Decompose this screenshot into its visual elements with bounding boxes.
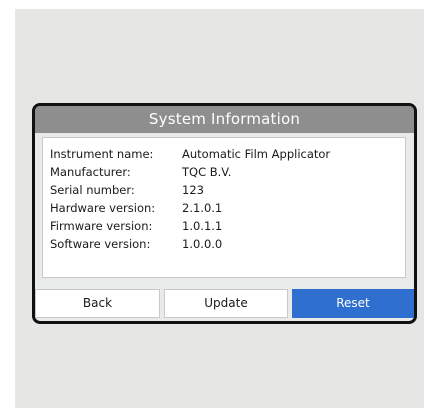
system-information-screen: System Information Instrument name: Auto… [35, 106, 414, 321]
dialog-title: System Information [35, 106, 414, 133]
info-label: Software version: [50, 237, 151, 251]
info-value: TQC B.V. [182, 165, 232, 179]
device-bezel: System Information Instrument name: Auto… [32, 103, 417, 324]
update-button[interactable]: Update [164, 289, 288, 318]
info-value: 1.0.0.0 [182, 237, 223, 251]
info-value: 123 [182, 183, 204, 197]
info-label: Firmware version: [50, 219, 153, 233]
info-value: 1.0.1.1 [182, 219, 223, 233]
info-panel: Instrument name: Automatic Film Applicat… [42, 137, 406, 278]
info-label: Manufacturer: [50, 165, 131, 179]
info-label: Serial number: [50, 183, 135, 197]
info-value: Automatic Film Applicator [182, 147, 331, 161]
back-button[interactable]: Back [35, 289, 160, 318]
info-value: 2.1.0.1 [182, 201, 223, 215]
reset-button[interactable]: Reset [292, 289, 414, 318]
info-label: Hardware version: [50, 201, 156, 215]
info-label: Instrument name: [50, 147, 154, 161]
